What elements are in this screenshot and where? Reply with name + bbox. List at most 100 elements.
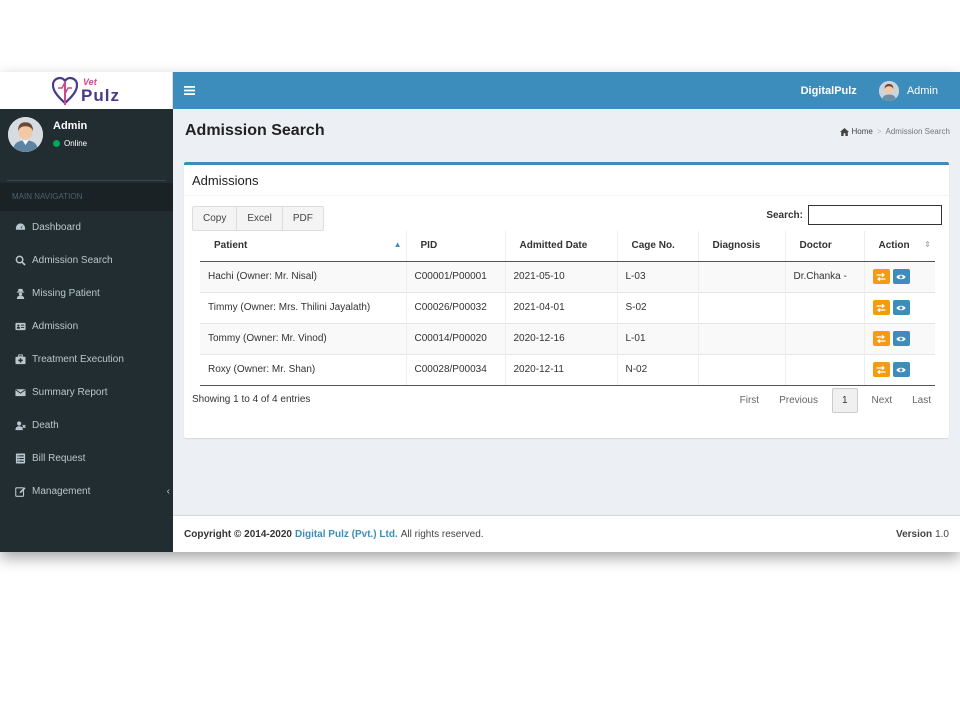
transfer-button[interactable] — [872, 300, 890, 315]
column-header-patient[interactable]: Patient ▲ — [200, 231, 406, 262]
user-times-icon — [14, 420, 26, 432]
sidebar-item-summary-report[interactable]: Summary Report — [0, 376, 173, 409]
sidebar-item-admission-search[interactable]: Admission Search — [0, 244, 173, 277]
table-row: Hachi (Owner: Mr. Nisal) C00001/P00001 2… — [200, 260, 935, 292]
cell-doctor — [784, 291, 864, 323]
page-next[interactable]: Next — [862, 388, 903, 413]
eye-icon — [896, 336, 906, 341]
version-number: 1.0 — [935, 528, 949, 540]
user-secret-icon — [14, 288, 26, 300]
transfer-button[interactable] — [872, 269, 890, 284]
search-label: Search: — [766, 209, 803, 221]
column-header-admitted-date[interactable]: Admitted Date — [504, 231, 617, 262]
cell-action — [863, 322, 935, 354]
dashboard-icon — [14, 222, 26, 234]
page-first[interactable]: First — [730, 388, 769, 413]
cell-cage-no: N-02 — [616, 353, 698, 386]
app-logo[interactable]: Vet Pulz — [0, 72, 173, 109]
user-menu-label: Admin — [906, 84, 938, 97]
cell-cage-no: L-03 — [616, 260, 698, 292]
sort-asc-icon: ▲ — [393, 240, 402, 249]
sidebar-item-bill-request[interactable]: Bill Request — [0, 442, 173, 475]
sidebar-item-death[interactable]: Death — [0, 409, 173, 442]
table-row: Tommy (Owner: Mr. Vinod) C00014/P00020 2… — [200, 322, 935, 354]
avatar — [8, 117, 43, 152]
admissions-table: Patient ▲ PID Admitted Date Cage No. Diag… — [200, 231, 935, 386]
eye-icon — [896, 274, 906, 279]
page-current[interactable]: 1 — [831, 388, 858, 413]
online-dot-icon — [53, 140, 60, 147]
cell-action — [863, 353, 935, 386]
sidebar-item-label: Death — [32, 420, 59, 431]
copy-button[interactable]: Copy — [192, 206, 238, 231]
breadcrumb-home-label: Home — [851, 127, 873, 136]
cell-patient: Hachi (Owner: Mr. Nisal) — [200, 260, 406, 292]
copyright-text: Copyright © 2014-2020 — [184, 528, 292, 540]
table-header-row: Patient ▲ PID Admitted Date Cage No. Diag… — [200, 231, 935, 262]
sidebar-item-treatment-execution[interactable]: Treatment Execution — [0, 343, 173, 376]
page-previous[interactable]: Previous — [769, 388, 828, 413]
cell-diagnosis — [697, 322, 785, 354]
rights-text: All rights reserved. — [400, 528, 484, 540]
company-link[interactable]: Digital Pulz (Pvt.) Ltd. — [295, 529, 398, 540]
sidebar-item-dashboard[interactable]: Dashboard — [0, 211, 173, 244]
sidebar-user-name: Admin — [53, 120, 88, 132]
cell-diagnosis — [697, 291, 785, 323]
column-header-pid[interactable]: PID — [405, 231, 505, 262]
breadcrumb-home[interactable]: Home — [839, 127, 873, 136]
cell-patient: Tommy (Owner: Mr. Vinod) — [200, 322, 406, 354]
view-button[interactable] — [892, 331, 910, 346]
pdf-button[interactable]: PDF — [281, 206, 324, 231]
eye-icon — [896, 305, 906, 310]
sidebar: Admin Online MAIN NAVIGATION Dashboard A… — [0, 109, 173, 552]
view-button[interactable] — [892, 300, 910, 315]
cell-admitted-date: 2020-12-11 — [504, 353, 617, 386]
sidebar-item-label: Treatment Execution — [32, 354, 124, 365]
edit-icon — [14, 486, 26, 498]
list-alt-icon — [14, 453, 26, 465]
column-header-action[interactable]: Action ⇕ — [863, 231, 935, 262]
sort-both-icon: ⇕ — [924, 240, 931, 249]
cell-doctor — [784, 353, 864, 386]
view-button[interactable] — [892, 269, 910, 284]
column-header-doctor[interactable]: Doctor — [784, 231, 864, 262]
nav-header: MAIN NAVIGATION — [0, 183, 173, 211]
search-field: Search: — [766, 205, 942, 225]
home-icon — [839, 127, 849, 136]
sidebar-item-label: Dashboard — [32, 222, 81, 233]
transfer-button[interactable] — [872, 331, 890, 346]
hamburger-icon[interactable] — [173, 72, 205, 109]
sidebar-menu: Dashboard Admission Search Missing Patie… — [0, 211, 173, 508]
excel-button[interactable]: Excel — [236, 206, 283, 231]
transfer-button[interactable] — [872, 362, 890, 377]
cell-pid: C00028/P00034 — [405, 353, 505, 386]
sidebar-item-label: Summary Report — [32, 387, 108, 398]
chevron-left-icon[interactable]: ‹ — [167, 486, 170, 497]
view-button[interactable] — [892, 362, 910, 377]
breadcrumb-current: Admission Search — [885, 127, 950, 136]
page-last[interactable]: Last — [902, 388, 941, 413]
cell-patient: Timmy (Owner: Mrs. Thilini Jayalath) — [200, 291, 406, 323]
main-content: Admission Search Home > Admission Search… — [173, 109, 960, 515]
status-badge[interactable]: Online — [53, 139, 87, 148]
user-menu[interactable]: Admin — [878, 80, 938, 101]
cell-doctor — [784, 322, 864, 354]
exchange-icon — [876, 272, 886, 281]
column-header-diagnosis[interactable]: Diagnosis — [697, 231, 785, 262]
breadcrumb: Home > Admission Search — [839, 127, 950, 136]
footer: Copyright © 2014-2020 Digital Pulz (Pvt.… — [173, 515, 960, 552]
top-navbar: DigitalPulz Admin — [173, 72, 960, 109]
column-header-cage-no[interactable]: Cage No. — [616, 231, 698, 262]
search-input[interactable] — [808, 205, 942, 225]
sidebar-item-missing-patient[interactable]: Missing Patient — [0, 277, 173, 310]
sidebar-item-label: Management — [32, 486, 91, 497]
sidebar-item-admission[interactable]: Admission — [0, 310, 173, 343]
brand-name[interactable]: DigitalPulz — [801, 85, 857, 97]
cell-cage-no: L-01 — [616, 322, 698, 354]
version-label: Version — [895, 528, 933, 540]
heart-logo-icon — [52, 76, 79, 105]
sidebar-item-management[interactable]: Management ‹ — [0, 475, 173, 508]
cell-action — [863, 260, 935, 292]
exchange-icon — [876, 303, 886, 312]
cell-action — [863, 291, 935, 323]
